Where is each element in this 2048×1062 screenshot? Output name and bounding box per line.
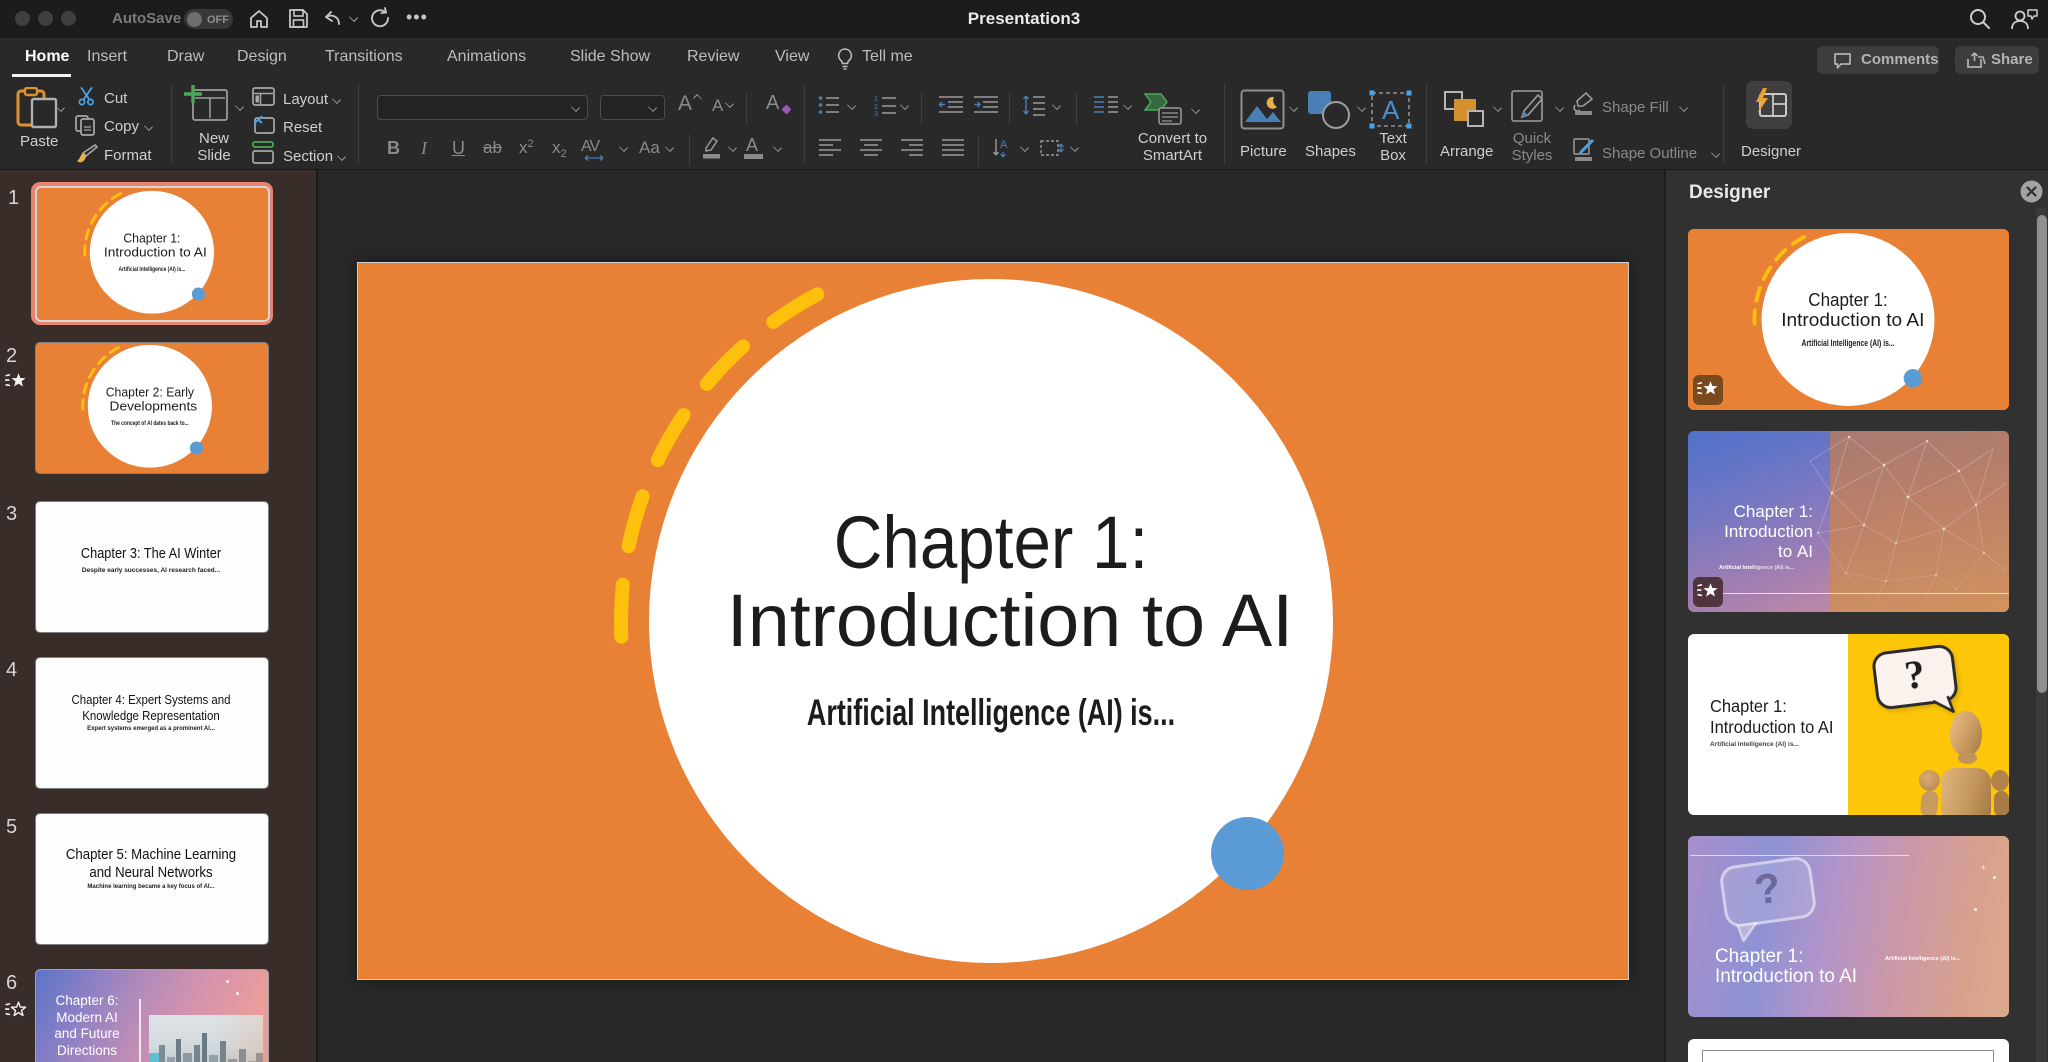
svg-text:A: A <box>1000 139 1008 151</box>
svg-text:1: 1 <box>874 96 878 103</box>
svg-text:2: 2 <box>874 104 878 111</box>
svg-text:A: A <box>1382 95 1400 125</box>
svg-text:3: 3 <box>874 111 878 116</box>
